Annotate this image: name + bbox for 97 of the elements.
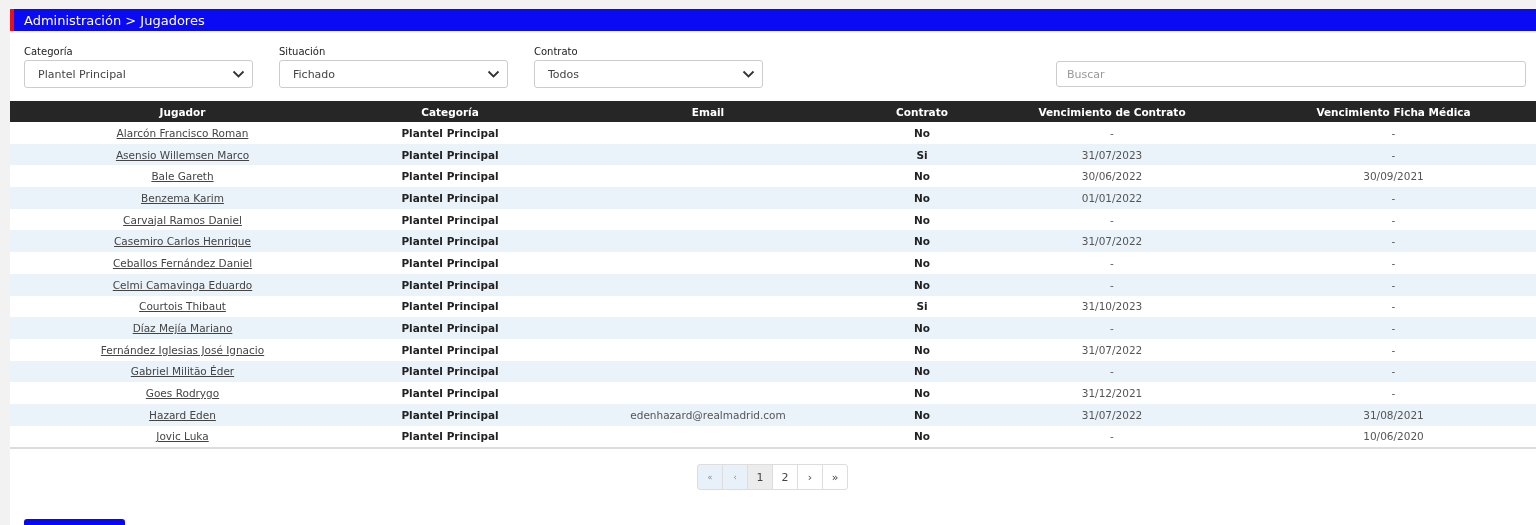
table-cell: No — [914, 256, 930, 269]
table-cell: Plantel Principal — [401, 191, 499, 204]
player-link[interactable]: Bale Gareth — [151, 170, 214, 183]
dropdown[interactable]: Plantel Principal — [24, 60, 253, 88]
table-cell: - — [1391, 126, 1396, 139]
page-button[interactable]: 1 — [747, 464, 773, 491]
table-cell: - — [1110, 365, 1114, 378]
chevron-down-icon — [232, 70, 245, 78]
table-cell: Plantel Principal — [401, 365, 499, 378]
table-cell: Plantel Principal — [401, 343, 499, 356]
table-cell: - — [1391, 213, 1396, 226]
table-cell: Plantel Principal — [401, 256, 499, 269]
player-link[interactable]: Hazard Eden — [149, 408, 216, 421]
table-cell: Plantel Principal — [401, 300, 499, 313]
table-cell: No — [914, 430, 930, 443]
dropdown[interactable]: Fichado — [279, 60, 508, 88]
table-cell: - — [1391, 322, 1396, 335]
table-cell: 30/09/2021 — [1363, 170, 1424, 183]
table-cell: 31/08/2021 — [1363, 408, 1424, 421]
player-link[interactable]: Benzema Karim — [141, 191, 224, 204]
table-cell: - — [1391, 387, 1396, 400]
table-cell: Plantel Principal — [401, 213, 499, 226]
table-cell: 31/10/2023 — [1081, 300, 1143, 313]
table-cell: No — [914, 213, 930, 226]
table-cell: 31/07/2022 — [1081, 343, 1143, 356]
table-cell: No — [914, 126, 930, 139]
chevron-down-icon — [487, 70, 500, 78]
table-cell: Si — [916, 148, 928, 161]
table-cell: No — [914, 170, 930, 183]
player-link[interactable]: Carvajal Ramos Daniel — [123, 213, 242, 226]
player-link[interactable]: Díaz Mejía Mariano — [132, 322, 233, 335]
table-cell: 30/06/2022 — [1081, 170, 1143, 183]
table-cell: No — [914, 408, 930, 421]
column-header: Jugador — [10, 101, 355, 122]
column-header: Vencimiento Ficha Médica — [1251, 101, 1536, 122]
page-button[interactable]: › — [797, 464, 823, 491]
player-link[interactable]: Fernández Iglesias José Ignacio — [100, 343, 265, 356]
table-cell: - — [1391, 278, 1396, 291]
player-link[interactable]: Asensio Willemsen Marco — [115, 148, 250, 161]
table-cell: 31/07/2022 — [1081, 235, 1143, 248]
table-cell: Plantel Principal — [401, 148, 499, 161]
table-cell: Plantel Principal — [401, 126, 499, 139]
table-cell: Plantel Principal — [401, 322, 499, 335]
table-cell: 31/07/2023 — [1081, 148, 1143, 161]
player-link[interactable]: Jovic Luka — [156, 430, 209, 443]
table-cell: - — [1391, 365, 1396, 378]
player-link[interactable]: Casemiro Carlos Henrique — [114, 235, 251, 248]
table-cell: Plantel Principal — [401, 430, 499, 443]
filter-label: Contrato — [534, 46, 579, 57]
table-cell: 01/01/2022 — [1081, 191, 1143, 204]
table-cell: No — [914, 365, 930, 378]
table-cell: Plantel Principal — [401, 408, 499, 421]
table-cell: No — [914, 235, 930, 248]
table-cell: - — [1110, 430, 1114, 443]
table-cell: 10/06/2020 — [1363, 430, 1424, 443]
table-cell: - — [1110, 322, 1114, 335]
column-header: Email — [545, 101, 871, 122]
player-link[interactable]: Gabriel Militão Éder — [130, 365, 235, 378]
table-cell: edenhazard@realmadrid.com — [630, 408, 786, 421]
dropdown[interactable]: Todos — [534, 60, 763, 88]
player-link[interactable]: Courtois Thibaut — [139, 300, 226, 313]
table-cell: - — [1391, 235, 1396, 248]
table-cell: No — [914, 191, 930, 204]
table-cell: Si — [916, 300, 928, 313]
filter-label: Categoría — [24, 46, 74, 57]
table-cell: Plantel Principal — [401, 387, 499, 400]
player-link[interactable]: Alarcón Francisco Roman — [116, 126, 249, 139]
table-cell: - — [1110, 256, 1114, 269]
table-cell: - — [1391, 343, 1396, 356]
table-cell: - — [1110, 278, 1114, 291]
table-cell: 31/12/2021 — [1081, 387, 1143, 400]
column-header: Categoría — [355, 101, 545, 122]
column-header: Contrato — [871, 101, 973, 122]
table-cell: 31/07/2022 — [1081, 408, 1143, 421]
table-cell: No — [914, 322, 930, 335]
search-field[interactable]: Buscar — [1056, 61, 1526, 87]
player-link[interactable]: Ceballos Fernández Daniel — [112, 256, 253, 269]
table-cell: Plantel Principal — [401, 235, 499, 248]
table-cell: No — [914, 278, 930, 291]
table-cell: - — [1110, 213, 1114, 226]
filter-label: Situación — [279, 46, 327, 57]
player-link[interactable]: Goes Rodrygo — [145, 387, 220, 400]
table-cell: - — [1391, 256, 1396, 269]
table-cell: Plantel Principal — [401, 170, 499, 183]
table-cell: No — [914, 343, 930, 356]
page-button[interactable]: 2 — [772, 464, 798, 491]
page-title: Administración > Jugadores — [24, 12, 205, 28]
table-cell: - — [1391, 191, 1396, 204]
page-button[interactable]: » — [822, 464, 848, 491]
player-link[interactable]: Celmi Camavinga Eduardo — [112, 278, 253, 291]
table-cell: Plantel Principal — [401, 278, 499, 291]
column-header: Vencimiento de Contrato — [973, 101, 1251, 122]
table-cell: - — [1391, 300, 1396, 313]
table-cell: - — [1110, 126, 1114, 139]
table-cell: No — [914, 387, 930, 400]
table-cell: - — [1391, 148, 1396, 161]
chevron-down-icon — [742, 70, 755, 78]
